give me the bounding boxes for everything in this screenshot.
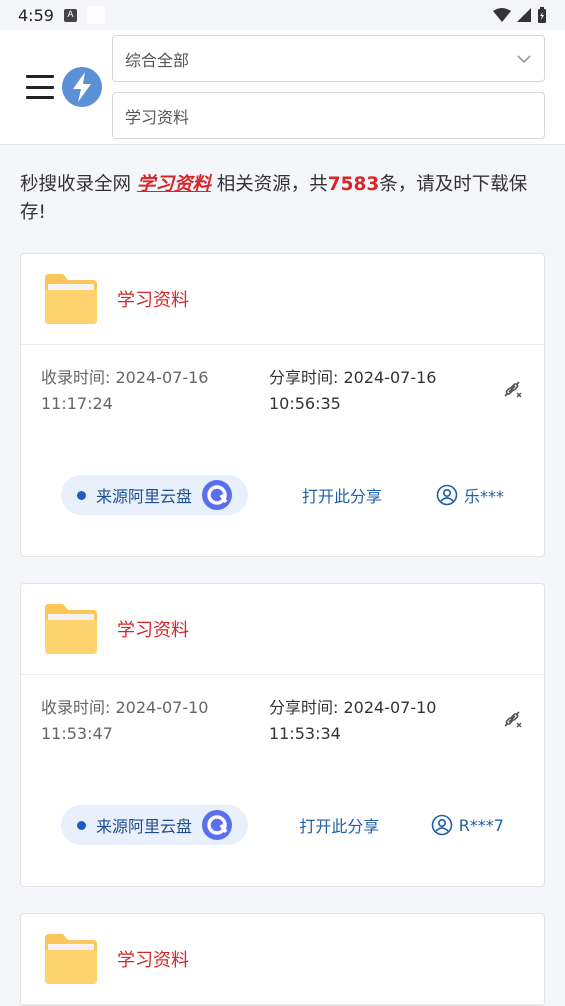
summary-prefix: 秒搜收录全网 (20, 174, 137, 195)
open-share-link[interactable]: 打开此分享 (302, 483, 382, 507)
app-header: 综合全部 (0, 30, 565, 145)
collect-label: 收录时间: (41, 698, 116, 717)
card-title[interactable]: 学习资料 (117, 946, 189, 972)
result-card[interactable]: 学习资料 收录时间: 2024-07-10 11:53:47 分享时间: 202… (20, 583, 545, 887)
collect-clock: 11:17:24 (41, 394, 113, 413)
card-title-row[interactable]: 学习资料 (21, 254, 544, 345)
result-card[interactable]: 学习资料 收录时间: 2024-07-16 11:17:24 分享时间: 202… (20, 253, 545, 557)
lightning-logo-icon (62, 67, 102, 107)
sharer-name: R***7 (458, 815, 504, 835)
share-time: 分享时间: 2024-07-10 11:53:34 (269, 695, 489, 747)
source-dot (77, 820, 86, 830)
battery-icon (538, 7, 546, 23)
search-box[interactable] (112, 92, 545, 139)
source-badge: 来源阿里云盘 (61, 805, 249, 845)
folder-icon (45, 604, 97, 654)
aliyun-drive-icon (202, 480, 233, 510)
collect-date: 2024-07-10 (115, 698, 209, 717)
collect-clock: 11:53:47 (41, 724, 113, 743)
collect-label: 收录时间: (41, 368, 116, 387)
wifi-icon (493, 8, 511, 22)
sharer-name: 乐*** (463, 487, 504, 506)
status-time: 4:59 (18, 5, 54, 25)
summary-keyword: 学习资料 (136, 174, 211, 195)
menu-button[interactable] (26, 75, 54, 99)
share-clock: 11:53:34 (269, 724, 341, 743)
folder-icon (45, 274, 97, 324)
source-badge: 来源阿里云盘 (61, 475, 249, 515)
result-summary: 秒搜收录全网 学习资料 相关资源，共7583条，请及时下载保存! (0, 145, 565, 227)
card-title-row[interactable]: 学习资料 (21, 584, 544, 675)
card-title[interactable]: 学习资料 (117, 616, 189, 642)
open-share-link[interactable]: 打开此分享 (299, 813, 379, 837)
search-input[interactable] (125, 106, 532, 125)
category-value: 综合全部 (125, 50, 190, 70)
sharer-user[interactable]: 乐*** (436, 483, 504, 507)
summary-count: 7583 (327, 174, 380, 195)
share-label: 分享时间: (269, 368, 344, 387)
category-select[interactable]: 综合全部 (112, 35, 545, 82)
aliyun-drive-icon (202, 810, 233, 840)
collect-time: 收录时间: 2024-07-16 11:17:24 (41, 365, 269, 417)
user-icon (431, 814, 452, 836)
share-label: 分享时间: (269, 698, 344, 717)
folder-icon (45, 934, 97, 984)
summary-middle: 相关资源，共 (210, 174, 328, 195)
chevron-down-icon (517, 54, 531, 63)
share-time: 分享时间: 2024-07-16 10:56:35 (269, 365, 489, 417)
menu-bar (26, 96, 54, 99)
status-bar: 4:59 A (0, 0, 565, 30)
user-icon (436, 484, 458, 506)
collect-time: 收录时间: 2024-07-10 11:53:47 (41, 695, 269, 747)
result-card[interactable]: 学习资料 (20, 913, 545, 1006)
card-title-row[interactable]: 学习资料 (21, 914, 544, 1005)
source-label: 来源阿里云盘 (96, 487, 193, 506)
sharer-user[interactable]: R***7 (431, 814, 504, 836)
card-title[interactable]: 学习资料 (117, 286, 189, 312)
collect-date: 2024-07-16 (115, 368, 209, 387)
share-date: 2024-07-10 (343, 698, 437, 717)
menu-bar (26, 85, 54, 89)
unlink-icon[interactable] (500, 707, 524, 731)
share-date: 2024-07-16 (343, 368, 437, 387)
a-icon: A (63, 8, 77, 22)
menu-bar (26, 75, 54, 78)
source-label: 来源阿里云盘 (96, 817, 193, 836)
signal-icon (517, 8, 531, 22)
share-clock: 10:56:35 (269, 394, 341, 413)
notification-icon (86, 6, 105, 24)
source-dot (77, 490, 86, 500)
unlink-icon[interactable] (500, 377, 524, 401)
